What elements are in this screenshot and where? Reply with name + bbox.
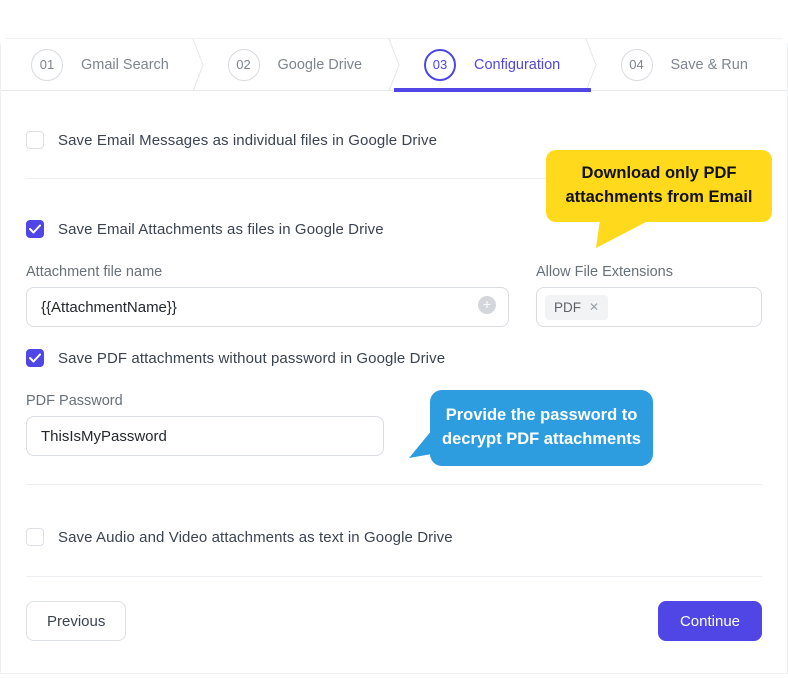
section-divider: [26, 576, 762, 577]
save-pdf-without-password-label: Save PDF attachments without password in…: [58, 350, 445, 367]
save-audio-video-label: Save Audio and Video attachments as text…: [58, 529, 453, 546]
pdf-password-label: PDF Password: [26, 393, 384, 409]
tooltip-tail: [588, 220, 652, 250]
allow-file-extensions-label: Allow File Extensions: [536, 264, 762, 280]
step-google-drive[interactable]: 02 Google Drive: [198, 39, 395, 90]
configuration-card: 01 Gmail Search 02 Google Drive 03 Confi…: [0, 38, 788, 674]
save-email-attachments-label: Save Email Attachments as files in Googl…: [58, 221, 384, 238]
attachment-file-name-field: Attachment file name +: [26, 264, 509, 327]
save-pdf-without-password-row: Save PDF attachments without password in…: [26, 349, 762, 367]
wizard-navigation: Previous Continue: [26, 601, 762, 641]
save-audio-video-row: Save Audio and Video attachments as text…: [26, 528, 762, 546]
step-bar: 01 Gmail Search 02 Google Drive 03 Confi…: [1, 39, 787, 91]
step-separator-chevron-icon: [585, 39, 597, 91]
step-number-badge: 02: [228, 49, 260, 81]
step-number-badge: 03: [424, 49, 456, 81]
step-label: Google Drive: [278, 57, 363, 73]
previous-button[interactable]: Previous: [26, 601, 126, 641]
check-icon: [29, 224, 41, 234]
attachment-file-name-label: Attachment file name: [26, 264, 509, 280]
save-pdf-without-password-checkbox[interactable]: [26, 349, 44, 367]
step-label: Configuration: [474, 57, 560, 73]
step-number-badge: 04: [621, 49, 653, 81]
pdf-password-input[interactable]: [26, 416, 384, 456]
save-audio-video-checkbox[interactable]: [26, 528, 44, 546]
save-email-messages-row: Save Email Messages as individual files …: [26, 131, 762, 149]
step-save-and-run[interactable]: 04 Save & Run: [591, 39, 788, 90]
check-icon: [29, 353, 41, 363]
attachment-file-name-input[interactable]: [26, 287, 509, 327]
step-label: Gmail Search: [81, 57, 169, 73]
pdf-password-tooltip: Provide the password to decrypt PDF atta…: [430, 390, 653, 466]
extension-tag-label: PDF: [554, 300, 581, 315]
step-separator-chevron-icon: [388, 39, 400, 91]
section-divider: [26, 484, 762, 485]
allow-file-extensions-input[interactable]: PDF ✕: [536, 287, 762, 327]
save-email-messages-label: Save Email Messages as individual files …: [58, 132, 437, 149]
tooltip-tail: [409, 430, 433, 460]
step-configuration[interactable]: 03 Configuration: [394, 39, 591, 90]
pdf-attachments-tooltip: Download only PDF attachments from Email: [546, 150, 772, 222]
tooltip-text: Download only PDF attachments from Email: [546, 150, 772, 222]
remove-tag-icon[interactable]: ✕: [589, 300, 599, 314]
attachment-settings-row: Attachment file name + Allow File Extens…: [26, 264, 762, 327]
continue-button[interactable]: Continue: [658, 601, 762, 641]
pdf-password-field: PDF Password: [26, 393, 384, 456]
step-separator-chevron-icon: [192, 39, 204, 91]
step-number-badge: 01: [31, 49, 63, 81]
add-variable-icon[interactable]: +: [478, 296, 496, 314]
extension-tag-pdf: PDF ✕: [545, 295, 608, 320]
save-email-messages-checkbox[interactable]: [26, 131, 44, 149]
save-email-attachments-checkbox[interactable]: [26, 220, 44, 238]
allow-file-extensions-field: Allow File Extensions PDF ✕: [536, 264, 762, 327]
step-label: Save & Run: [671, 57, 748, 73]
tooltip-text: Provide the password to decrypt PDF atta…: [430, 390, 653, 466]
step-gmail-search[interactable]: 01 Gmail Search: [1, 39, 198, 90]
